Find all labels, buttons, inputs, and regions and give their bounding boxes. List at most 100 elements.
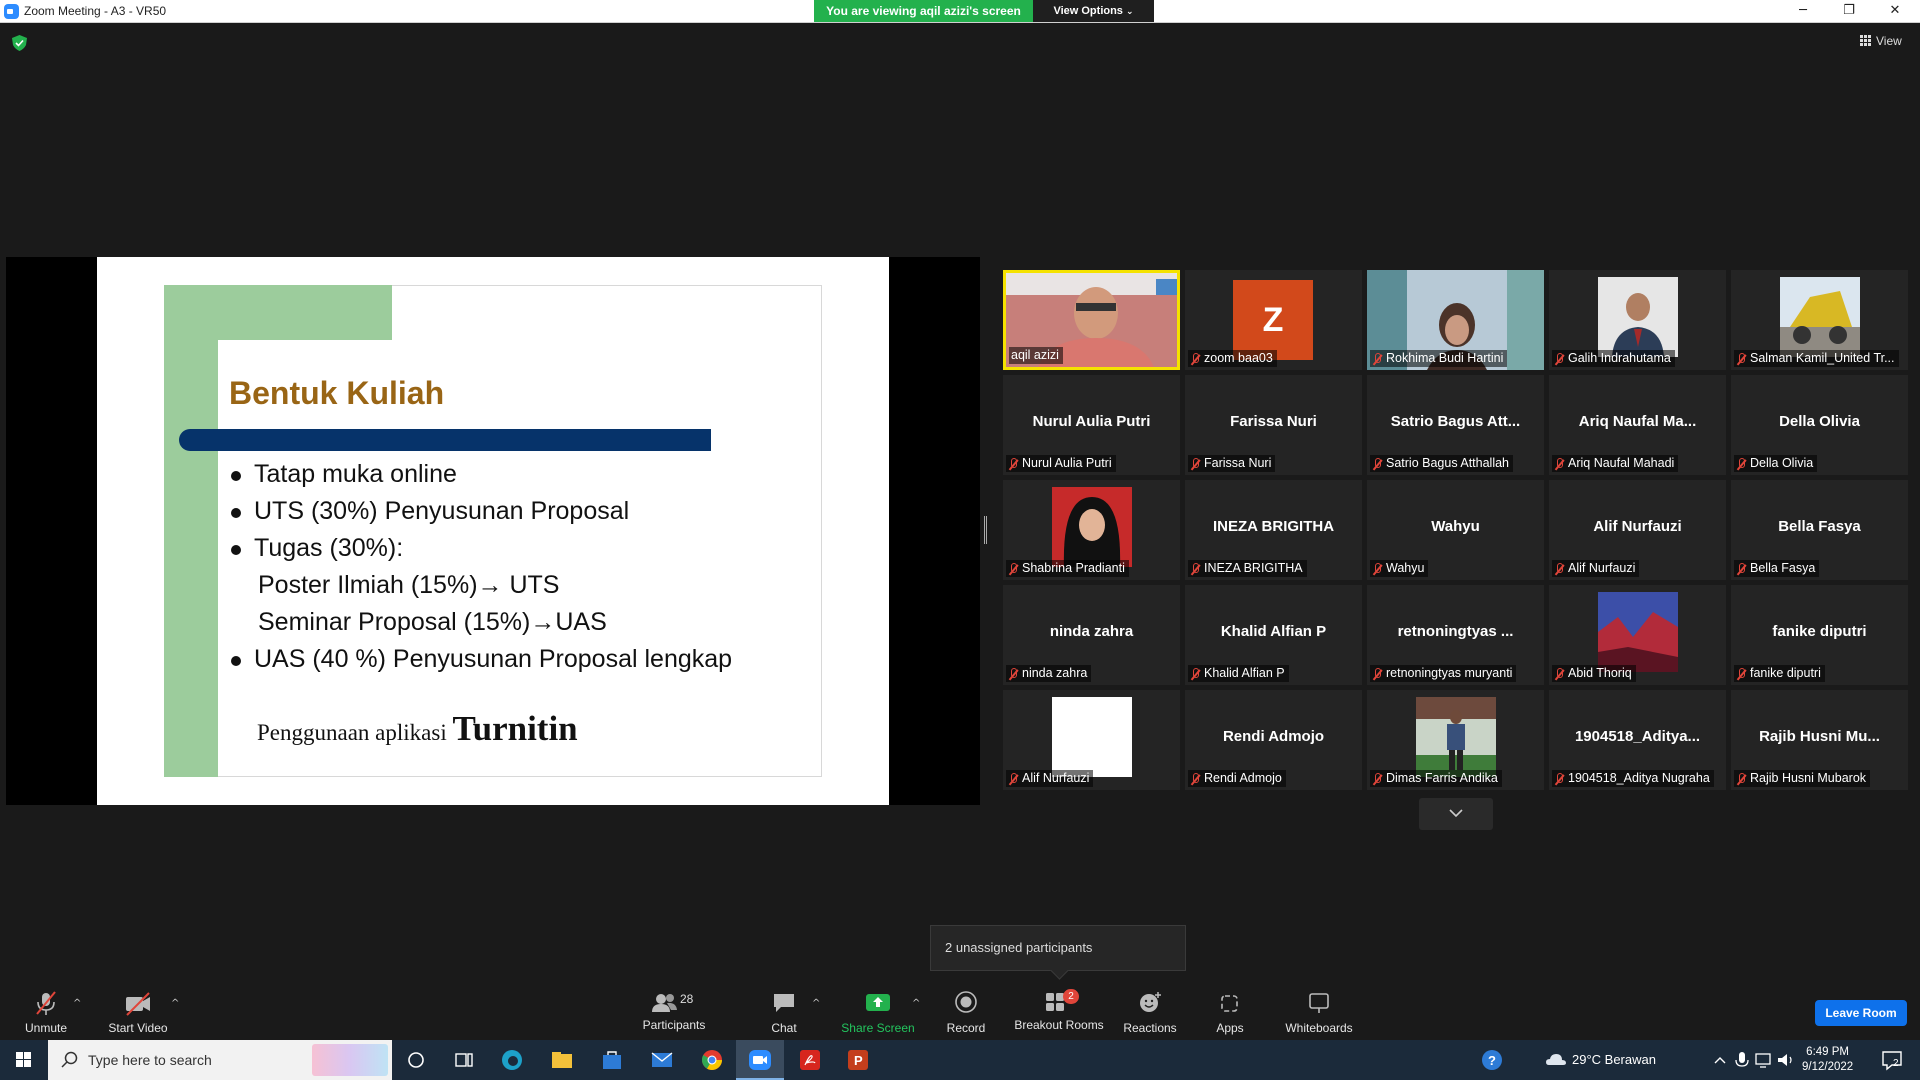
- participant-name-label: 1904518_Aditya Nugraha: [1552, 770, 1714, 787]
- start-video-button[interactable]: Start Video: [104, 990, 172, 1035]
- participant-display-name: Bella Fasya: [1778, 518, 1861, 535]
- participant-display-name: Rajib Husni Mu...: [1759, 728, 1880, 745]
- breakout-rooms-button[interactable]: 2 Breakout Rooms: [1012, 989, 1106, 1032]
- search-icon: [61, 1051, 78, 1068]
- participant-display-name: ninda zahra: [1049, 623, 1134, 640]
- share-options-caret[interactable]: ^: [912, 998, 920, 1009]
- share-screen-button[interactable]: Share Screen: [838, 990, 918, 1035]
- participants-button[interactable]: 28 Participants: [638, 990, 710, 1032]
- gallery-next-page-button[interactable]: [1419, 798, 1493, 830]
- participant-picture: [1051, 487, 1132, 567]
- chrome-icon[interactable]: [700, 1048, 724, 1072]
- participant-tile[interactable]: Alif Nurfauzi: [1003, 690, 1180, 790]
- view-layout-button[interactable]: View: [1860, 34, 1902, 48]
- participant-tile[interactable]: Khalid Alfian P Khalid Alfian P: [1185, 585, 1362, 685]
- powerpoint-icon[interactable]: P: [846, 1048, 870, 1072]
- chat-button[interactable]: Chat: [766, 990, 802, 1035]
- task-view-icon[interactable]: [452, 1048, 476, 1072]
- view-options-button[interactable]: View Options ⌄: [1033, 0, 1154, 22]
- zoom-taskbar-button[interactable]: [736, 1040, 784, 1080]
- participant-name: Rendi Admojo: [1204, 771, 1282, 785]
- whiteboards-label: Whiteboards: [1285, 1021, 1353, 1035]
- participant-tile[interactable]: ninda zahra ninda zahra: [1003, 585, 1180, 685]
- participant-name: Rajib Husni Mubarok: [1750, 771, 1867, 785]
- participant-tile[interactable]: Wahyu Wahyu: [1367, 480, 1544, 580]
- participant-tile[interactable]: Farissa Nuri Farissa Nuri: [1185, 375, 1362, 475]
- notifications-button[interactable]: 2: [1878, 1046, 1908, 1074]
- participant-display-name: Nurul Aulia Putri: [1032, 413, 1151, 430]
- participant-tile[interactable]: Ariq Naufal Ma... Ariq Naufal Mahadi: [1549, 375, 1726, 475]
- chat-options-caret[interactable]: ^: [812, 998, 820, 1009]
- microphone-muted-icon: [1736, 352, 1746, 365]
- help-icon[interactable]: ?: [1480, 1048, 1504, 1072]
- file-explorer-icon[interactable]: [550, 1048, 574, 1072]
- split-resize-handle[interactable]: [984, 516, 987, 544]
- participant-tile[interactable]: Rajib Husni Mu... Rajib Husni Mubarok: [1731, 690, 1908, 790]
- microphone-muted-icon: [1008, 772, 1018, 785]
- participant-name: Shabrina Pradianti: [1022, 561, 1125, 575]
- participant-tile[interactable]: Dimas Farris Andika: [1367, 690, 1544, 790]
- participant-tile[interactable]: aqil azizi: [1003, 270, 1180, 370]
- participant-name: Abid Thoriq: [1568, 666, 1632, 680]
- security-shield-icon[interactable]: [12, 35, 27, 51]
- network-icon[interactable]: [1752, 1048, 1776, 1072]
- video-options-caret[interactable]: ^: [171, 998, 179, 1009]
- slide-sub-line: Seminar Proposal (15%)→UAS: [258, 608, 607, 636]
- acrobat-reader-icon[interactable]: [798, 1048, 822, 1072]
- participant-tile[interactable]: fanike diputri fanike diputri: [1731, 585, 1908, 685]
- microphone-muted-icon: [1008, 667, 1018, 680]
- participant-picture: [1415, 697, 1496, 777]
- participant-tile[interactable]: Shabrina Pradianti: [1003, 480, 1180, 580]
- title-bar: Zoom Meeting - A3 - VR50 You are viewing…: [0, 0, 1920, 23]
- record-button[interactable]: Record: [942, 990, 990, 1035]
- participant-tile[interactable]: Rendi Admojo Rendi Admojo: [1185, 690, 1362, 790]
- volume-icon[interactable]: [1774, 1048, 1798, 1072]
- close-button[interactable]: ✕: [1872, 0, 1918, 22]
- participant-name-label: Salman Kamil_United Tr...: [1734, 350, 1899, 367]
- profile-photo: [1051, 487, 1132, 567]
- clock[interactable]: 6:49 PM 9/12/2022: [1802, 1045, 1853, 1075]
- taskbar-search-box[interactable]: Type here to search: [48, 1040, 392, 1080]
- participant-tile[interactable]: 1904518_Aditya... 1904518_Aditya Nugraha: [1549, 690, 1726, 790]
- participant-tile[interactable]: Zzoom baa03: [1185, 270, 1362, 370]
- microphone-muted-icon: [1190, 562, 1200, 575]
- leave-room-button[interactable]: Leave Room: [1815, 1000, 1907, 1026]
- mail-icon[interactable]: [650, 1048, 674, 1072]
- maximize-button[interactable]: ❐: [1826, 0, 1872, 22]
- participant-tile[interactable]: Galih Indrahutama: [1549, 270, 1726, 370]
- participant-name-label: fanike diputri: [1734, 665, 1825, 682]
- unmute-button[interactable]: Unmute: [18, 990, 74, 1035]
- audio-options-caret[interactable]: ^: [73, 998, 81, 1009]
- participant-tile[interactable]: Salman Kamil_United Tr...: [1731, 270, 1908, 370]
- chat-bubble-icon: [774, 994, 794, 1012]
- share-screen-icon: [866, 994, 890, 1011]
- microphone-muted-icon: [1190, 457, 1200, 470]
- participant-name-label: Della Olivia: [1734, 455, 1818, 472]
- minimize-button[interactable]: ─: [1780, 0, 1826, 22]
- participant-tile[interactable]: Bella Fasya Bella Fasya: [1731, 480, 1908, 580]
- participant-name: fanike diputri: [1750, 666, 1821, 680]
- apps-button[interactable]: Apps: [1210, 990, 1250, 1035]
- participant-tile[interactable]: Nurul Aulia Putri Nurul Aulia Putri: [1003, 375, 1180, 475]
- participant-name: Khalid Alfian P: [1204, 666, 1285, 680]
- cortana-icon[interactable]: [404, 1048, 428, 1072]
- whiteboards-button[interactable]: Whiteboards: [1280, 990, 1358, 1035]
- microphone-muted-icon: [1372, 562, 1382, 575]
- weather-text[interactable]: 29°C Berawan: [1572, 1052, 1656, 1067]
- participant-tile[interactable]: Rokhima Budi Hartini: [1367, 270, 1544, 370]
- participant-tile[interactable]: retnoningtyas ... retnoningtyas muryanti: [1367, 585, 1544, 685]
- participant-tile[interactable]: Della Olivia Della Olivia: [1731, 375, 1908, 475]
- microsoft-store-icon[interactable]: [600, 1048, 624, 1072]
- participants-icon-wrap: 28: [644, 990, 704, 1016]
- participant-tile[interactable]: Abid Thoriq: [1549, 585, 1726, 685]
- reactions-button[interactable]: Reactions: [1120, 990, 1180, 1035]
- participant-name: Rokhima Budi Hartini: [1386, 351, 1504, 365]
- microphone-tray-icon[interactable]: [1730, 1048, 1754, 1072]
- show-hidden-icons-icon[interactable]: [1708, 1048, 1732, 1072]
- participant-tile[interactable]: INEZA BRIGITHA INEZA BRIGITHA: [1185, 480, 1362, 580]
- participant-name-label: Dimas Farris Andika: [1370, 770, 1502, 787]
- participant-tile[interactable]: Satrio Bagus Att... Satrio Bagus Atthalla…: [1367, 375, 1544, 475]
- participant-tile[interactable]: Alif Nurfauzi Alif Nurfauzi: [1549, 480, 1726, 580]
- edge-browser-icon[interactable]: [500, 1048, 524, 1072]
- windows-start-icon[interactable]: [0, 1040, 48, 1080]
